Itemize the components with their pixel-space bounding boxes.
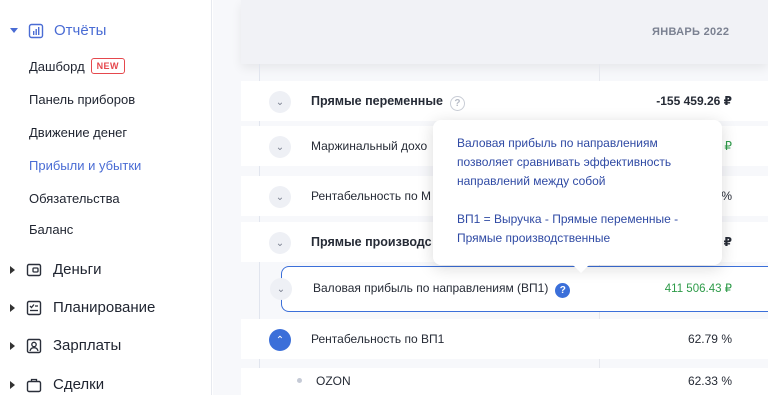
person-icon	[26, 338, 42, 354]
row-label: Валовая прибыль по направлениям (ВП1)?	[313, 281, 571, 298]
row-value: ₽	[724, 139, 732, 153]
month-column-header: ЯНВАРЬ 2022	[652, 26, 730, 38]
row-value: %	[721, 189, 732, 203]
help-tooltip: Валовая прибыль по направлениям позволяе…	[433, 120, 722, 273]
table-row[interactable]: OZON 62.33 %	[241, 368, 768, 395]
sidebar-group-planning[interactable]: Планирование	[10, 299, 155, 316]
chevron-down-icon[interactable]: ⌄	[270, 278, 292, 300]
sidebar-item-profit-loss[interactable]: Прибыли и убытки	[29, 158, 141, 173]
row-label-text: Прямые переменные	[311, 94, 443, 108]
sidebar-group-salaries[interactable]: Зарплаты	[10, 337, 121, 354]
sidebar-group-deals[interactable]: Сделки	[10, 376, 104, 393]
caret-down-icon	[10, 28, 18, 33]
planning-icon	[26, 300, 42, 316]
sidebar-group-money[interactable]: Деньги	[10, 261, 101, 278]
tooltip-line: позволяет сравнивать эффективность	[457, 155, 672, 169]
sidebar-section-label: Отчёты	[54, 22, 107, 39]
chevron-down-icon[interactable]: ⌄	[269, 232, 291, 254]
row-value: ₽	[723, 235, 732, 249]
sidebar-section-reports[interactable]: Отчёты	[10, 22, 106, 39]
tooltip-line: Прямые производственные	[457, 231, 611, 245]
row-value: 62.33 %	[687, 374, 732, 388]
sidebar-item-cash-flow[interactable]: Движение денег	[29, 125, 127, 140]
chevron-down-icon[interactable]: ⌄	[269, 186, 291, 208]
sidebar-item-balance[interactable]: Баланс	[29, 222, 73, 237]
tooltip-line: направлений между собой	[457, 174, 606, 188]
tooltip-line: ВП1 = Выручка - Прямые переменные -	[457, 212, 679, 226]
caret-right-icon	[10, 380, 15, 389]
row-label-text: Валовая прибыль по направлениям (ВП1)	[313, 281, 549, 295]
chevron-up-icon[interactable]: ⌃	[269, 329, 291, 351]
sidebar-group-label: Зарплаты	[53, 337, 122, 354]
row-label: OZON	[316, 374, 351, 388]
help-icon[interactable]: ?	[555, 283, 571, 298]
sidebar: Отчёты Дашборд NEW Панель приборов Движен…	[0, 0, 212, 395]
new-badge: NEW	[90, 58, 125, 74]
chevron-down-icon[interactable]: ⌄	[269, 91, 291, 113]
row-label: Прямые производс	[311, 235, 432, 249]
row-label: Рентабельность по ВП1	[311, 332, 445, 346]
reports-icon	[28, 23, 44, 39]
row-label: Прямые переменные?	[311, 94, 465, 111]
sidebar-group-label: Деньги	[53, 261, 102, 278]
table-row-highlighted[interactable]: ⌄ Валовая прибыль по направлениям (ВП1)?…	[270, 266, 768, 312]
sidebar-group-label: Сделки	[53, 376, 105, 393]
row-value: 411 506.43 ₽	[664, 283, 732, 295]
briefcase-icon	[26, 377, 42, 393]
table-header: ЯНВАРЬ 2022	[241, 0, 768, 64]
sidebar-item-dashboard[interactable]: Дашборд NEW	[29, 58, 125, 74]
help-icon[interactable]: ?	[449, 96, 465, 111]
row-value: -155 459.26 ₽	[656, 94, 732, 108]
chevron-down-icon[interactable]: ⌄	[269, 136, 291, 158]
sidebar-item-label: Дашборд	[29, 59, 85, 74]
row-label: Маржинальный дохо	[311, 139, 428, 153]
tooltip-line: Валовая прибыль по направлениям	[457, 136, 658, 150]
sidebar-item-liabilities[interactable]: Обязательства	[29, 191, 120, 206]
table-row[interactable]: ⌃ Рентабельность по ВП1 62.79 %	[241, 319, 768, 359]
tree-dot	[297, 378, 302, 383]
row-value: 62.79 %	[687, 332, 732, 346]
row-label: Рентабельность по М	[311, 189, 431, 203]
sidebar-item-instrument-panel[interactable]: Панель приборов	[29, 92, 135, 107]
caret-right-icon	[10, 341, 15, 350]
wallet-icon	[26, 262, 42, 278]
table-row[interactable]: ⌄ Прямые переменные? -155 459.26 ₽	[241, 81, 768, 121]
sidebar-group-label: Планирование	[53, 299, 156, 316]
app-frame: Отчёты Дашборд NEW Панель приборов Движен…	[0, 0, 768, 395]
caret-right-icon	[10, 265, 15, 274]
caret-right-icon	[10, 303, 15, 312]
